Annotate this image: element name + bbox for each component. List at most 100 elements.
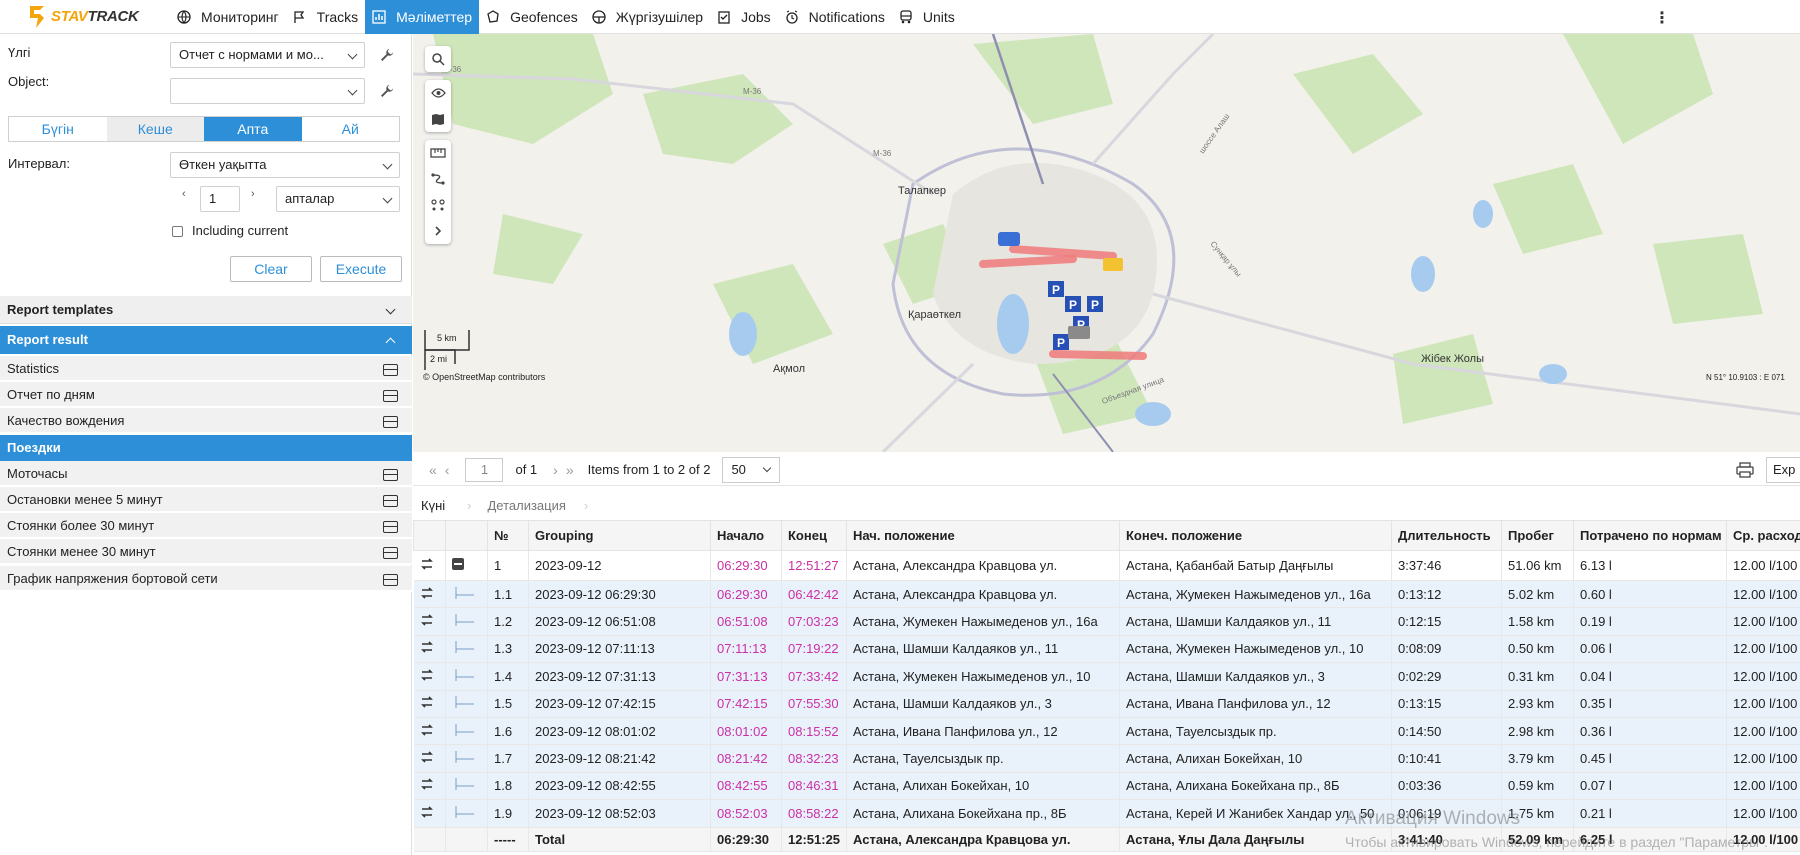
nav-item-4[interactable]: Жүргізушілер [585,0,710,34]
show-on-map-icon[interactable] [420,806,434,822]
table-view-icon[interactable] [383,547,398,560]
table-row[interactable]: 1.2 2023-09-12 06:51:08 06:51:08 07:03:23 Ас… [413,607,1800,636]
show-on-map-icon[interactable] [420,558,434,574]
report-result-item[interactable]: Остановки менее 5 минут [0,487,412,513]
search-icon[interactable] [425,46,451,72]
map-layers-icon[interactable] [425,106,451,132]
period-tab-2[interactable]: Апта [204,117,302,141]
nav-item-2[interactable]: Мәліметтер [365,0,480,34]
nav-item-1[interactable]: Tracks [286,0,365,34]
more-menu-icon[interactable]: ⋮ [1654,8,1670,28]
prev-page-icon[interactable]: ‹ [445,462,450,478]
page-size-select[interactable]: 50 [722,456,781,483]
table-view-icon[interactable] [383,521,398,534]
table-row[interactable]: 1.6 2023-09-12 08:01:02 08:01:02 08:15:52 Ас… [413,717,1800,746]
show-on-map-icon[interactable] [420,778,434,794]
table-row[interactable]: 1.5 2023-09-12 07:42:15 07:42:15 07:55:30 Ас… [413,690,1800,718]
row-tree-cell [445,607,488,636]
increment-icon[interactable]: › [251,188,255,200]
execute-button[interactable]: Execute [320,256,402,282]
table-row[interactable]: 1 2023-09-12 06:29:30 12:51:27 Астана, Алекс… [413,550,1800,581]
column-header[interactable]: Пробег [1501,520,1574,551]
nav-item-0[interactable]: Мониторинг [170,0,286,34]
nav-item-3[interactable]: Geofences [479,0,585,34]
nav-item-7[interactable]: Units [892,0,962,34]
report-result-item[interactable]: Statistics [0,356,412,382]
object-select[interactable] [170,78,365,104]
column-header[interactable]: Нач. положение [846,520,1120,551]
routing-icon[interactable] [425,192,451,218]
eye-icon[interactable] [425,80,451,106]
clear-button[interactable]: Clear [230,256,312,282]
table-row[interactable]: 1.1 2023-09-12 06:29:30 06:29:30 06:42:42 Ас… [413,580,1800,609]
row-action-cell [413,827,446,852]
period-tab-0[interactable]: Бүгін [9,117,107,141]
template-select[interactable]: Отчет с нормами и мо... [170,42,365,68]
report-result-item[interactable]: Стоянки более 30 минут [0,513,412,540]
table-row[interactable]: 1.7 2023-09-12 08:21:42 08:21:42 08:32:23 Ас… [413,744,1800,773]
nav-item-6[interactable]: Notifications [778,0,892,34]
breadcrumb-detail[interactable]: Детализация [471,498,583,513]
column-header[interactable]: Ср. расход по [1726,520,1800,551]
route-icon[interactable] [425,166,451,192]
chevron-right-icon[interactable] [425,218,451,244]
map-view[interactable]: P P P P P Талапкер Қараөткел Ақмол Жібек… [413,34,1800,452]
show-on-map-icon[interactable] [420,641,434,657]
period-tab-3[interactable]: Ай [302,117,400,141]
cell-duration: 0:13:15 [1391,690,1502,718]
nav-item-5[interactable]: Jobs [710,0,778,34]
show-on-map-icon[interactable] [420,587,434,603]
table-view-icon[interactable] [383,416,398,429]
column-header[interactable]: Grouping [528,520,711,551]
column-header[interactable]: Потрачено по нормам [1573,520,1727,551]
table-row[interactable]: 1.8 2023-09-12 08:42:55 08:42:55 08:46:31 Ас… [413,772,1800,801]
column-header[interactable]: Конец [781,520,847,551]
report-result-item[interactable]: График напряжения бортовой сети [0,565,412,592]
column-header[interactable]: Длительность [1391,520,1502,551]
show-on-map-icon[interactable] [420,751,434,767]
flags-icon [293,10,312,24]
report-result-item[interactable]: Поездки [0,434,412,461]
report-result-item[interactable]: Моточасы [0,460,412,487]
table-view-icon[interactable] [383,364,398,376]
last-page-icon[interactable]: » [566,462,574,478]
column-header[interactable]: Начало [710,520,782,551]
breadcrumb-day[interactable]: Күні [413,498,467,513]
report-result-item[interactable]: Качество вождения [0,408,412,435]
wrench-icon[interactable] [380,48,394,62]
print-icon[interactable] [1736,462,1754,478]
show-on-map-icon[interactable] [420,696,434,712]
collapse-icon[interactable] [452,558,464,570]
show-on-map-icon[interactable] [420,669,434,685]
table-row[interactable]: 1.3 2023-09-12 07:11:13 07:11:13 07:19:22 Ас… [413,635,1800,664]
table-view-icon[interactable] [383,390,398,403]
export-button[interactable]: Exp [1766,457,1800,483]
table-row[interactable]: 1.4 2023-09-12 07:31:13 07:31:13 07:33:42 Ас… [413,662,1800,691]
next-page-icon[interactable]: › [553,462,558,478]
column-header[interactable]: Конеч. положение [1119,520,1392,551]
table-row[interactable]: 1.9 2023-09-12 08:52:03 08:52:03 08:58:22 Ас… [413,799,1800,828]
report-result-item[interactable]: Отчет по дням [0,382,412,409]
interval-select[interactable]: Өткен уақытта [170,152,400,178]
cell-mileage: 0.59 km [1501,772,1574,801]
period-tab-1[interactable]: Кеше [106,117,204,141]
brand-logo[interactable]: STAVTRACK [0,0,170,34]
wrench-icon[interactable] [380,84,394,98]
table-view-icon[interactable] [383,495,398,507]
table-view-icon[interactable] [383,573,398,586]
show-on-map-icon[interactable] [420,724,434,740]
report-result-item[interactable]: Стоянки менее 30 минут [0,539,412,566]
including-current-checkbox[interactable] [172,226,183,237]
cell-avg: 12.00 l/100 km [1726,772,1800,801]
report-templates-header[interactable]: Report templates [0,296,412,324]
report-result-header[interactable]: Report result [0,326,412,354]
page-input[interactable]: 1 [465,457,504,482]
column-header[interactable]: № [487,520,529,551]
count-input[interactable]: 1 [200,186,240,212]
table-view-icon[interactable] [383,468,398,481]
decrement-icon[interactable]: ‹ [182,188,186,200]
show-on-map-icon[interactable] [420,614,434,630]
ruler-icon[interactable] [425,140,451,166]
first-page-icon[interactable]: « [429,462,437,478]
unit-select[interactable]: апталар [276,186,400,212]
